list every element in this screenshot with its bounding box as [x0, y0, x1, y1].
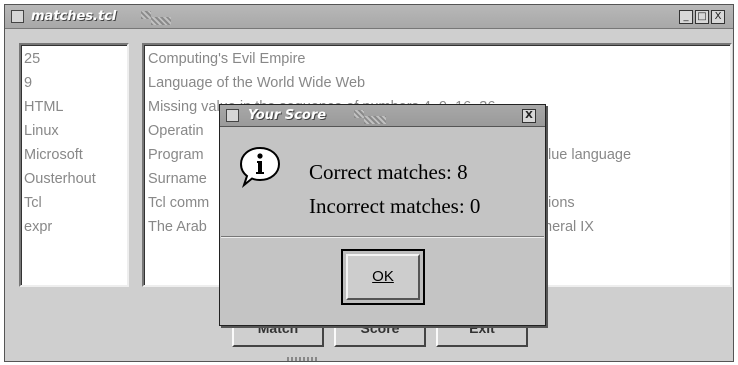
ok-button[interactable]: OK [346, 254, 420, 300]
resize-grip[interactable] [287, 357, 317, 361]
info-icon [238, 145, 282, 189]
list-item[interactable]: Computing's Evil Empire [148, 47, 728, 71]
window-title: matches.tcl [31, 9, 117, 24]
list-item[interactable]: Linux [24, 119, 124, 143]
list-item-tail: neral IX [544, 219, 594, 235]
incorrect-matches-text: Incorrect matches: 0 [309, 194, 481, 218]
dialog-separator [221, 236, 544, 238]
dialog-title-bar[interactable]: Your Score X [220, 105, 545, 127]
title-decoration-icon [354, 110, 364, 118]
correct-matches-text: Correct matches: 8 [309, 160, 468, 184]
list-item[interactable]: expr [24, 215, 124, 239]
title-bar[interactable]: matches.tcl _ □ X [5, 5, 733, 29]
title-decoration-icon [151, 17, 171, 25]
list-item[interactable]: Language of the World Wide Web [148, 71, 728, 95]
list-item-tail: tions [544, 195, 575, 211]
ok-button-frame: OK [341, 249, 425, 305]
window-menu-icon[interactable] [11, 10, 24, 23]
list-item[interactable]: Ousterhout [24, 167, 124, 191]
title-decoration-icon [364, 116, 386, 124]
terms-listbox[interactable]: 25 9 HTML Linux Microsoft Ousterhout Tcl… [19, 43, 129, 287]
list-item[interactable]: 9 [24, 71, 124, 95]
list-item-tail: lue language [548, 147, 632, 163]
dialog-close-button[interactable]: X [522, 109, 536, 123]
score-dialog: Your Score X Correct matches: 8 Incorrec… [219, 104, 546, 326]
list-item[interactable]: Microsoft [24, 143, 124, 167]
minimize-button[interactable]: _ [679, 10, 693, 24]
list-item[interactable]: Tcl [24, 191, 124, 215]
close-button[interactable]: X [711, 10, 725, 24]
title-decoration-icon [141, 11, 151, 19]
dialog-title: Your Score [248, 108, 327, 123]
maximize-button[interactable]: □ [695, 10, 709, 24]
ok-button-label: OK [372, 268, 394, 285]
list-item[interactable]: HTML [24, 95, 124, 119]
list-item[interactable]: 25 [24, 47, 124, 71]
window-menu-icon[interactable] [226, 109, 239, 122]
